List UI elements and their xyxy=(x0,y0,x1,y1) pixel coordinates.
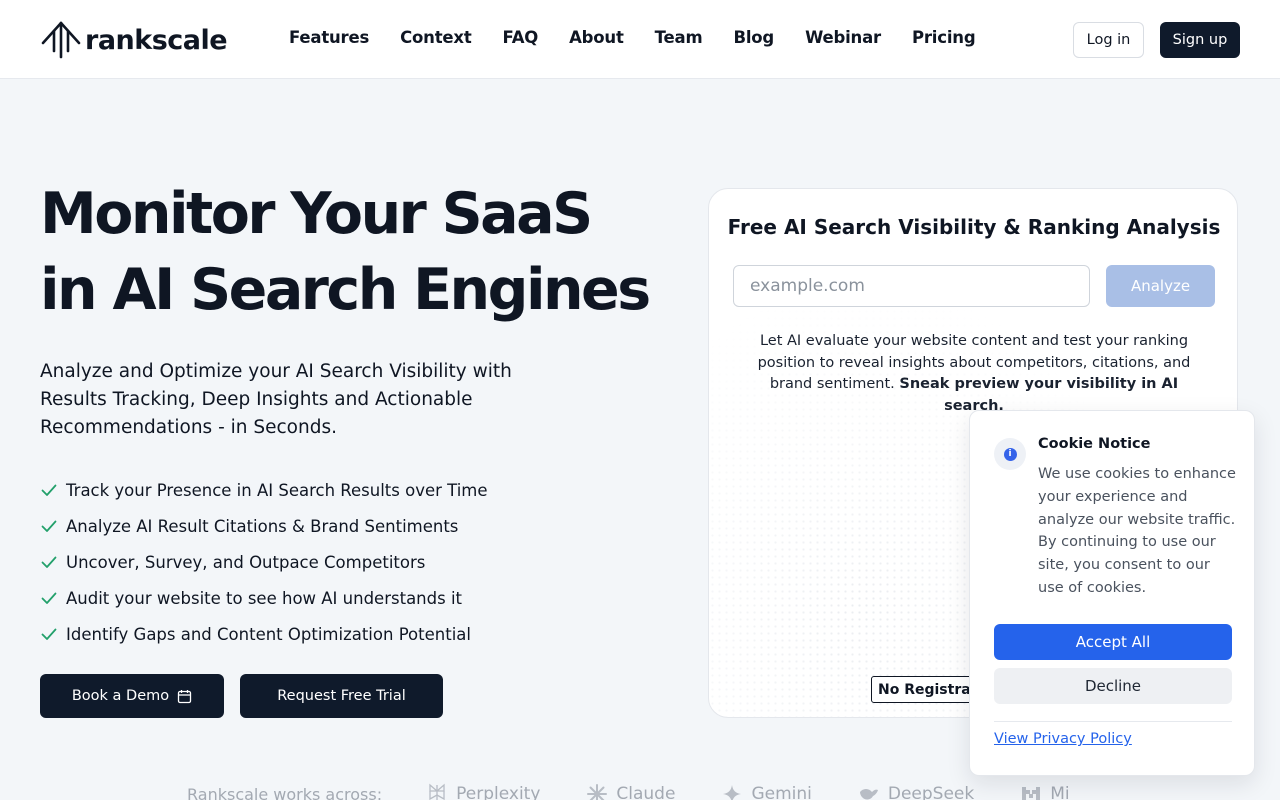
engine-name: DeepSeek xyxy=(887,784,975,800)
perplexity-icon xyxy=(429,783,445,800)
mistral-icon xyxy=(1022,787,1041,800)
hero-title-line-1: Monitor Your SaaS xyxy=(40,181,593,247)
feature-item: Identify Gaps and Content Optimization P… xyxy=(40,616,488,652)
engine-name: Claude xyxy=(616,784,676,800)
site-header: rankscale Features Context FAQ About Tea… xyxy=(0,0,1280,79)
info-icon: i xyxy=(1003,447,1017,461)
nav-item-about[interactable]: About xyxy=(569,28,624,47)
nav-item-webinar[interactable]: Webinar xyxy=(805,28,881,47)
feature-item: Audit your website to see how AI underst… xyxy=(40,580,488,616)
claude-icon xyxy=(587,784,608,800)
engine-gemini: Gemini xyxy=(721,783,812,800)
analyze-button[interactable]: Analyze xyxy=(1106,265,1215,307)
main-nav: Features Context FAQ About Team Blog Web… xyxy=(289,28,1006,47)
cookie-text: We use cookies to enhance your experienc… xyxy=(1038,466,1236,596)
feature-text: Uncover, Survey, and Outpace Competitors xyxy=(66,552,426,572)
engine-perplexity: Perplexity xyxy=(426,783,540,800)
engine-mistral: Mi xyxy=(1020,783,1070,800)
analysis-description-bold: Sneak preview your visibility in AI sear… xyxy=(899,376,1179,414)
feature-text: Analyze AI Result Citations & Brand Sent… xyxy=(66,516,459,536)
analysis-description: Let AI evaluate your website content and… xyxy=(739,331,1209,417)
engine-deepseek: DeepSeek xyxy=(858,783,974,800)
divider xyxy=(994,721,1232,722)
cookie-notice: i Cookie Notice We use cookies to enhanc… xyxy=(969,410,1255,776)
logo-text: rankscale xyxy=(85,24,228,56)
hero-subtitle: Analyze and Optimize your AI Search Visi… xyxy=(40,361,512,438)
website-url-input[interactable] xyxy=(733,265,1090,307)
accept-all-button[interactable]: Accept All xyxy=(994,624,1232,660)
gemini-icon xyxy=(723,785,742,800)
request-trial-button[interactable]: Request Free Trial xyxy=(240,674,443,718)
nav-item-context[interactable]: Context xyxy=(400,28,472,47)
calendar-icon xyxy=(177,689,192,703)
info-icon-wrapper: i xyxy=(994,438,1026,470)
feature-list: Track your Presence in AI Search Results… xyxy=(40,472,488,652)
check-icon xyxy=(41,628,57,640)
nav-item-features[interactable]: Features xyxy=(289,28,369,47)
check-icon xyxy=(41,592,57,604)
feature-item: Uncover, Survey, and Outpace Competitors xyxy=(40,544,488,580)
logo-icon xyxy=(41,21,81,59)
nav-item-blog[interactable]: Blog xyxy=(733,28,774,47)
signup-button[interactable]: Sign up xyxy=(1160,22,1240,58)
login-button[interactable]: Log in xyxy=(1073,22,1144,58)
logo[interactable]: rankscale xyxy=(40,19,228,61)
analysis-title: Free AI Search Visibility & Ranking Anal… xyxy=(727,215,1221,239)
privacy-policy-link[interactable]: View Privacy Policy xyxy=(994,731,1132,747)
book-demo-label: Book a Demo xyxy=(71,688,170,704)
decline-button[interactable]: Decline xyxy=(994,668,1232,704)
engine-name: Mi xyxy=(1050,784,1070,800)
engine-name: Perplexity xyxy=(456,784,541,800)
check-icon xyxy=(41,484,57,496)
works-across-label: Rankscale works across: xyxy=(187,784,383,800)
feature-text: Audit your website to see how AI underst… xyxy=(66,588,462,608)
nav-item-pricing[interactable]: Pricing xyxy=(912,28,976,47)
engine-claude: Claude xyxy=(586,783,675,800)
works-across-bar: Rankscale works across: Perplexity Claud… xyxy=(187,783,1116,800)
nav-item-team[interactable]: Team xyxy=(655,28,703,47)
book-demo-button[interactable]: Book a Demo xyxy=(40,674,224,718)
hero-title: Monitor Your SaaS in AI Search Engines xyxy=(40,176,680,328)
feature-item: Analyze AI Result Citations & Brand Sent… xyxy=(40,508,488,544)
feature-text: Track your Presence in AI Search Results… xyxy=(66,480,488,500)
engine-name: Gemini xyxy=(751,784,812,800)
deepseek-icon xyxy=(859,789,878,800)
feature-text: Identify Gaps and Content Optimization P… xyxy=(66,624,471,644)
nav-item-faq[interactable]: FAQ xyxy=(503,28,539,47)
check-icon xyxy=(41,520,57,532)
feature-item: Track your Presence in AI Search Results… xyxy=(40,472,488,508)
cookie-title: Cookie Notice xyxy=(1038,436,1151,452)
hero-title-line-2: in AI Search Engines xyxy=(40,257,651,323)
check-icon xyxy=(41,556,57,568)
